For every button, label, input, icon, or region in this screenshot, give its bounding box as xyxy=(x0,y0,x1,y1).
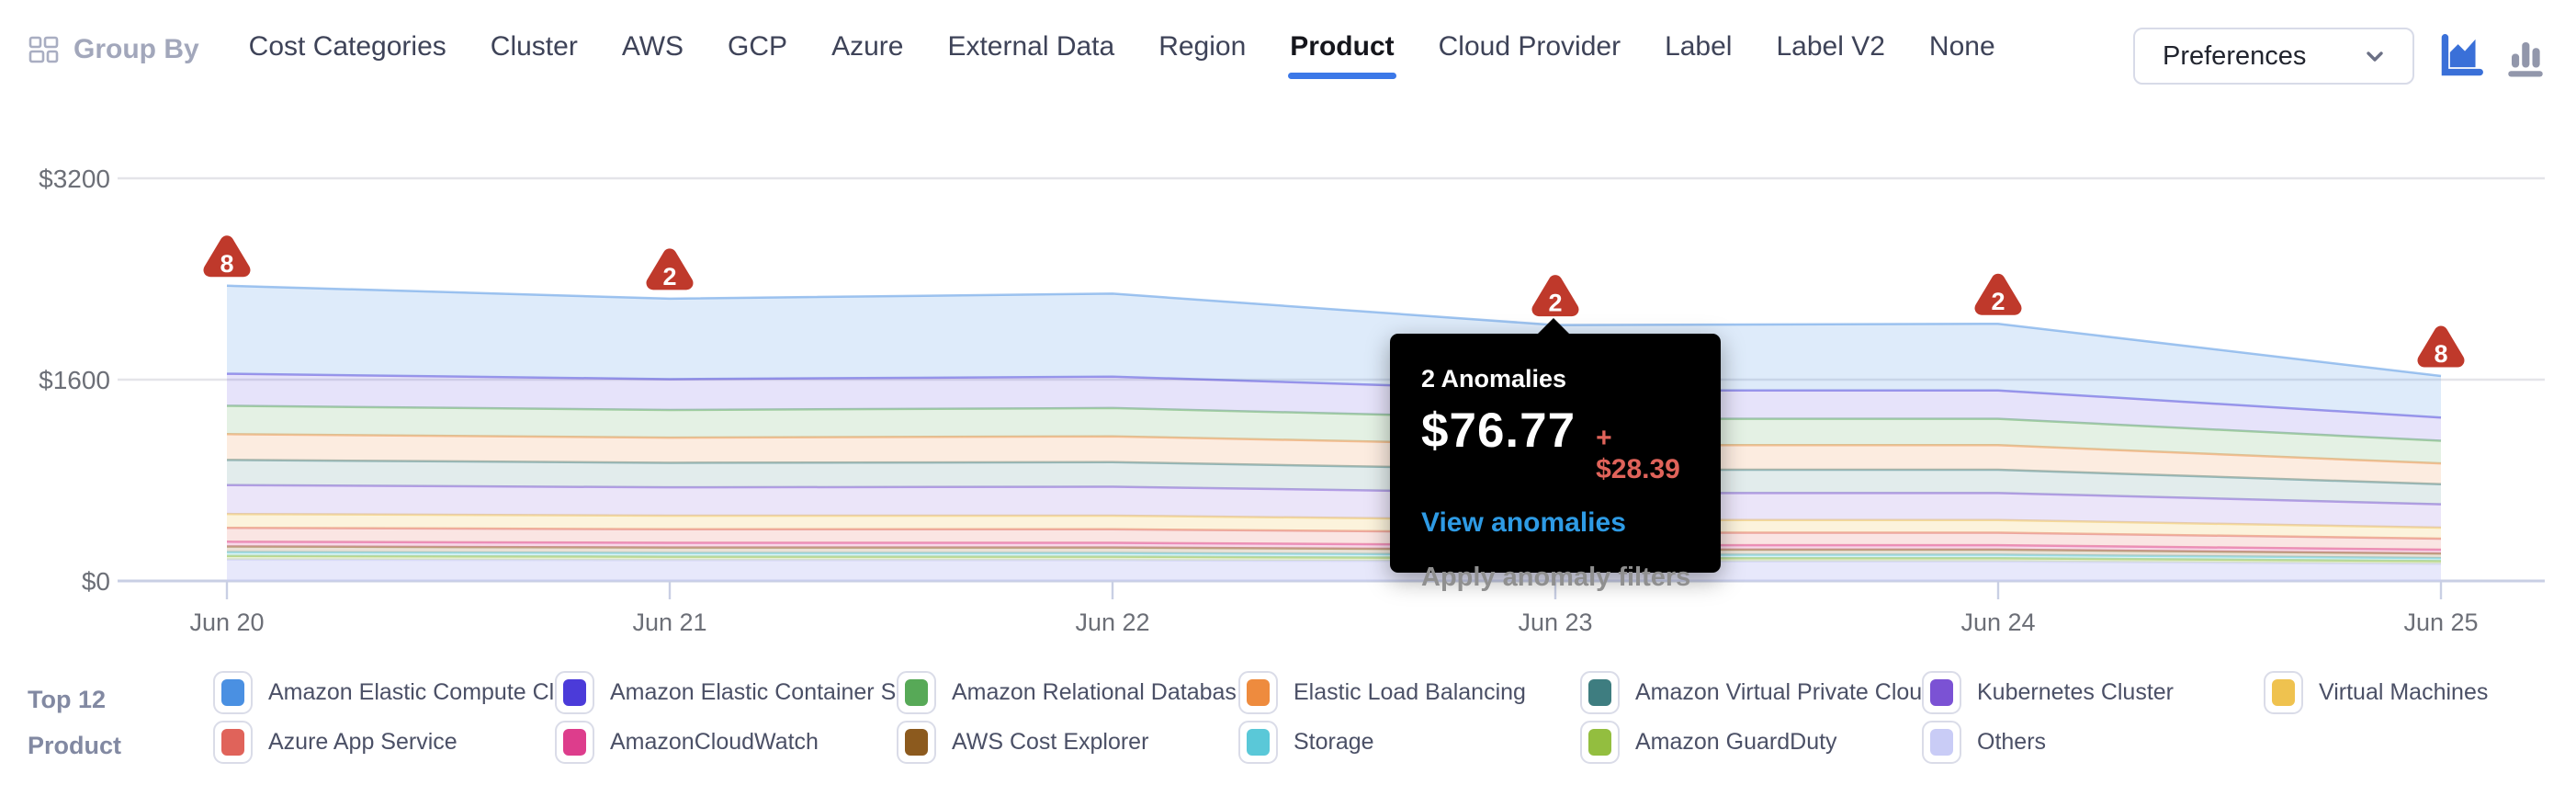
legend-item-storage[interactable]: Storage xyxy=(1238,721,1580,764)
legend-label: Amazon Elastic Compute Cl... xyxy=(268,679,573,706)
legend-label: Others xyxy=(1977,729,2046,756)
bar-chart-icon[interactable] xyxy=(2501,31,2550,81)
group-by-label-wrap: Group By xyxy=(28,28,199,66)
topbar-right: Preferences xyxy=(2133,28,2550,85)
legend-item-azure-app-service[interactable]: Azure App Service xyxy=(213,721,555,764)
anomaly-count: 8 xyxy=(220,250,233,278)
anomaly-count: 2 xyxy=(1548,290,1562,317)
x-axis-label: Jun 23 xyxy=(1518,609,1592,636)
legend-swatch xyxy=(1922,721,1961,764)
tooltip-anomaly-count: 2 Anomalies xyxy=(1421,365,1693,393)
legend-label: Amazon GuardDuty xyxy=(1635,729,1837,756)
tab-azure[interactable]: Azure xyxy=(830,28,905,81)
tab-external-data[interactable]: External Data xyxy=(945,28,1116,81)
tab-product[interactable]: Product xyxy=(1288,28,1395,81)
y-axis-label: $0 xyxy=(82,567,110,596)
legend-item-elastic-load-balancing[interactable]: Elastic Load Balancing xyxy=(1238,671,1580,714)
y-axis-label: $1600 xyxy=(39,366,110,394)
legend-swatch xyxy=(1580,671,1620,714)
legend-swatch xyxy=(1238,671,1278,714)
legend-item-virtual-machines[interactable]: Virtual Machines xyxy=(2264,671,2576,714)
chart-type-switcher xyxy=(2436,31,2550,81)
x-axis-label: Jun 24 xyxy=(1960,609,2035,636)
legend-item-amazoncloudwatch[interactable]: AmazonCloudWatch xyxy=(555,721,897,764)
legend-label: Virtual Machines xyxy=(2319,679,2488,706)
anomaly-tooltip: 2 Anomalies $76.77 + $28.39 View anomali… xyxy=(1390,334,1721,573)
legend-item-amazon-elastic-container-s[interactable]: Amazon Elastic Container S... xyxy=(555,671,897,714)
anomaly-marker-jun-21[interactable]: 2 xyxy=(653,256,686,290)
tab-label[interactable]: Label xyxy=(1663,28,1734,81)
legend-swatch xyxy=(1238,721,1278,764)
legend-swatch xyxy=(213,671,253,714)
legend-swatch xyxy=(555,721,594,764)
legend-label: AmazonCloudWatch xyxy=(610,729,819,756)
tab-cluster[interactable]: Cluster xyxy=(489,28,580,81)
x-axis-label: Jun 21 xyxy=(632,609,706,636)
anomaly-count: 2 xyxy=(1991,288,2005,315)
legend-item-amazon-guardduty[interactable]: Amazon GuardDuty xyxy=(1580,721,1922,764)
legend-label: Kubernetes Cluster xyxy=(1977,679,2174,706)
layout-grid-icon xyxy=(28,33,61,66)
tab-region[interactable]: Region xyxy=(1157,28,1248,81)
legend-item-kubernetes-cluster[interactable]: Kubernetes Cluster xyxy=(1922,671,2264,714)
chevron-down-icon xyxy=(2361,42,2389,70)
tab-none[interactable]: None xyxy=(1927,28,1997,81)
anomaly-count: 8 xyxy=(2434,340,2447,368)
legend-label: Elastic Load Balancing xyxy=(1294,679,1526,706)
legend-item-amazon-elastic-compute-cl[interactable]: Amazon Elastic Compute Cl... xyxy=(213,671,555,714)
tooltip-delta: + $28.39 xyxy=(1596,423,1693,485)
legend-label: Azure App Service xyxy=(268,729,458,756)
view-anomalies-link[interactable]: View anomalies xyxy=(1421,507,1693,539)
legend-label: Storage xyxy=(1294,729,1374,756)
legend-swatch xyxy=(1580,721,1620,764)
apply-anomaly-filters-link[interactable]: Apply anomaly filters xyxy=(1421,563,1693,593)
group-by-bar: Group By Cost Categories Cluster AWS GCP Azu… xyxy=(0,0,2576,92)
legend-label: Amazon Elastic Container S... xyxy=(610,679,915,706)
legend-item-amazon-relational-databas[interactable]: Amazon Relational Databas... xyxy=(897,671,1238,714)
anomaly-marker-jun-23[interactable]: 2 xyxy=(1539,282,1572,317)
legend-swatch xyxy=(1922,671,1961,714)
y-axis-label: $3200 xyxy=(39,165,110,193)
legend-items: Amazon Elastic Compute Cl...Amazon Elast… xyxy=(213,667,2576,767)
tab-gcp[interactable]: GCP xyxy=(726,28,789,81)
tooltip-amount: $76.77 xyxy=(1421,403,1576,459)
legend-label: AWS Cost Explorer xyxy=(952,729,1148,756)
tab-aws[interactable]: AWS xyxy=(620,28,685,81)
legend-swatch xyxy=(897,671,936,714)
anomaly-count: 2 xyxy=(662,263,676,290)
tab-label-v2[interactable]: Label V2 xyxy=(1774,28,1886,81)
x-axis-label: Jun 20 xyxy=(189,609,264,636)
anomaly-marker-jun-24[interactable]: 2 xyxy=(1982,280,2015,315)
legend-item-others[interactable]: Others xyxy=(1922,721,2264,764)
area-chart-icon[interactable] xyxy=(2436,31,2486,81)
legend-title-line1: Top 12 xyxy=(28,677,121,722)
anomaly-marker-jun-20[interactable]: 8 xyxy=(210,243,243,278)
legend-label: Amazon Virtual Private Cloud xyxy=(1635,679,1935,706)
chart-legend: Top 12 Product Amazon Elastic Compute Cl… xyxy=(0,667,2576,767)
tooltip-amount-row: $76.77 + $28.39 xyxy=(1421,403,1693,485)
group-by-tabs: Cost Categories Cluster AWS GCP Azure Externa… xyxy=(247,28,1997,81)
legend-swatch xyxy=(555,671,594,714)
group-by-label: Group By xyxy=(73,34,199,65)
legend-item-aws-cost-explorer[interactable]: AWS Cost Explorer xyxy=(897,721,1238,764)
preferences-label: Preferences xyxy=(2163,41,2306,72)
legend-label: Amazon Relational Databas... xyxy=(952,679,1256,706)
legend-swatch xyxy=(213,721,253,764)
preferences-dropdown[interactable]: Preferences xyxy=(2133,28,2414,85)
legend-item-amazon-virtual-private-cloud[interactable]: Amazon Virtual Private Cloud xyxy=(1580,671,1922,714)
legend-swatch xyxy=(897,721,936,764)
tab-cost-categories[interactable]: Cost Categories xyxy=(247,28,448,81)
legend-title: Top 12 Product xyxy=(28,677,121,768)
x-axis-label: Jun 22 xyxy=(1075,609,1149,636)
tab-cloud-provider[interactable]: Cloud Provider xyxy=(1437,28,1622,81)
x-axis-label: Jun 25 xyxy=(2403,609,2478,636)
legend-title-line2: Product xyxy=(28,722,121,768)
anomaly-marker-jun-25[interactable]: 8 xyxy=(2424,333,2457,368)
legend-swatch xyxy=(2264,671,2303,714)
